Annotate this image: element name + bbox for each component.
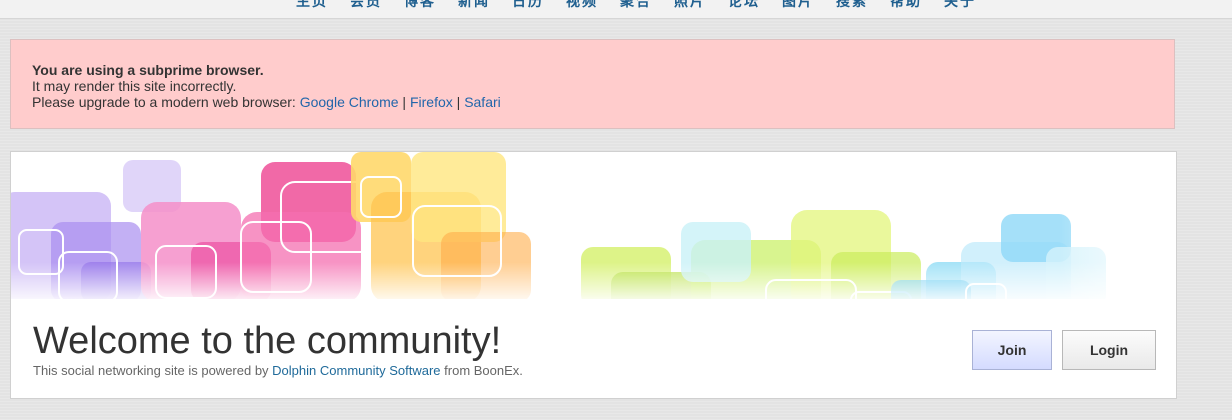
nav-item-news[interactable]: 新闻 xyxy=(458,0,490,11)
nav-item-feeds[interactable]: 聚合 xyxy=(620,0,652,11)
nav-item-about[interactable]: 关于 xyxy=(944,0,976,11)
nav-item-search[interactable]: 搜索 xyxy=(836,0,868,11)
link-separator: | xyxy=(398,94,410,110)
welcome-card: Welcome to the community! This social ne… xyxy=(10,151,1177,399)
browser-warning: You are using a subprime browser. It may… xyxy=(10,39,1175,129)
login-button[interactable]: Login xyxy=(1062,330,1156,370)
nav-item-forums[interactable]: 论坛 xyxy=(728,0,760,11)
chrome-link[interactable]: Google Chrome xyxy=(300,94,399,110)
warning-upgrade-line: Please upgrade to a modern web browser: … xyxy=(32,94,1174,110)
nav-item-pictures[interactable]: 图片 xyxy=(782,0,814,11)
community-banner-image xyxy=(11,152,1176,299)
nav-item-home[interactable]: 主页 xyxy=(296,0,328,11)
page-title: Welcome to the community! xyxy=(33,320,502,362)
firefox-link[interactable]: Firefox xyxy=(410,94,453,110)
nav-item-videos[interactable]: 视频 xyxy=(566,0,598,11)
nav-item-photos[interactable]: 照片 xyxy=(674,0,706,11)
safari-link[interactable]: Safari xyxy=(464,94,501,110)
warning-line: It may render this site incorrectly. xyxy=(32,78,237,94)
link-separator: | xyxy=(452,94,465,110)
nav-item-help[interactable]: 帮助 xyxy=(890,0,922,11)
nav-item-members[interactable]: 会员 xyxy=(350,0,382,11)
warning-title: You are using a subprime browser. xyxy=(32,62,264,78)
dolphin-link[interactable]: Dolphin Community Software xyxy=(272,363,440,378)
nav-item-calendar[interactable]: 日历 xyxy=(512,0,544,11)
powered-by-prefix: This social networking site is powered b… xyxy=(33,363,273,378)
powered-by-text: This social networking site is powered b… xyxy=(33,363,523,378)
nav-item-blogs[interactable]: 博客 xyxy=(404,0,436,11)
join-button[interactable]: Join xyxy=(972,330,1052,370)
warning-upgrade-text: Please upgrade to a modern web browser: xyxy=(32,94,300,110)
nav-list: 主页 会员 博客 新闻 日历 视频 聚合 照片 论坛 图片 搜索 帮助 关于 xyxy=(296,0,998,11)
powered-by-suffix: from BoonEx. xyxy=(440,363,523,378)
top-navigation: 主页 会员 博客 新闻 日历 视频 聚合 照片 论坛 图片 搜索 帮助 关于 xyxy=(0,0,1232,19)
